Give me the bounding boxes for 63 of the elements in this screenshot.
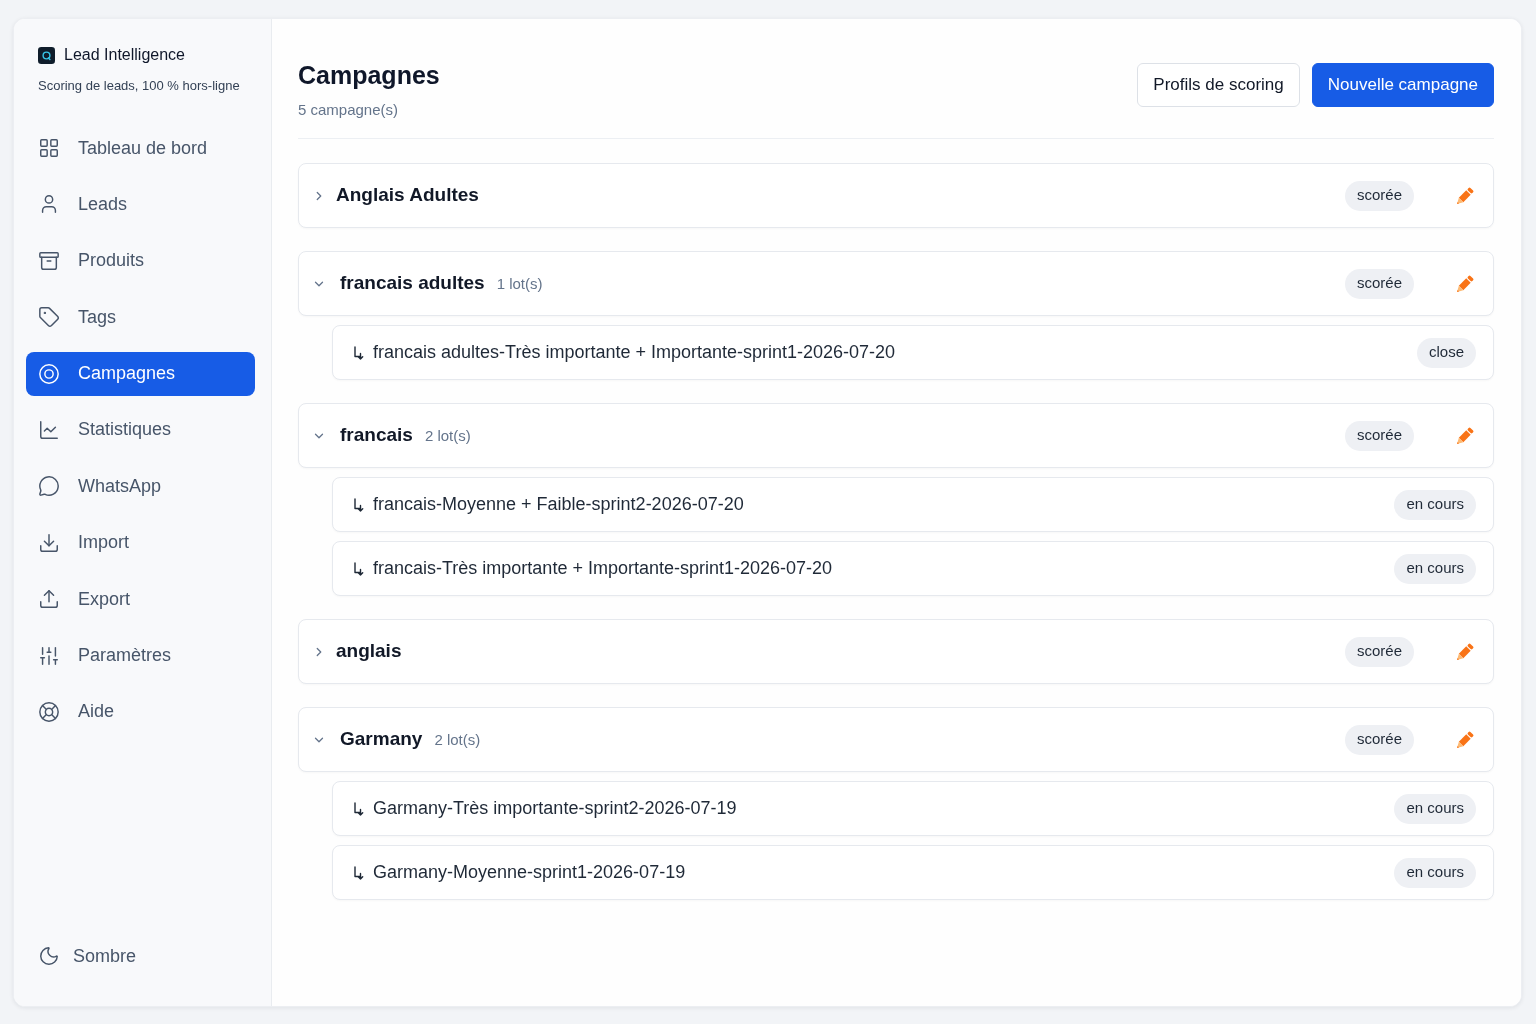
nav-item[interactable]: Campagnes bbox=[26, 351, 255, 396]
logo-icon bbox=[38, 46, 55, 64]
nav-item[interactable]: Leads bbox=[26, 182, 255, 227]
nav-item[interactable]: Statistiques bbox=[26, 407, 255, 452]
nav-item[interactable]: Aide bbox=[26, 689, 255, 734]
moon-icon bbox=[38, 945, 60, 967]
pencil-icon bbox=[1456, 643, 1474, 660]
corner-arrow-icon bbox=[354, 497, 364, 512]
batch-name: Garmany-Moyenne-sprint1-2026-07-19 bbox=[373, 861, 686, 884]
status-badge: scorée bbox=[1344, 420, 1414, 451]
nav-item[interactable]: Tags bbox=[26, 295, 255, 340]
status-badge: en cours bbox=[1394, 793, 1476, 824]
lifebuoy-icon bbox=[38, 700, 60, 723]
nav-item[interactable]: Export bbox=[26, 577, 255, 622]
corner-arrow-icon bbox=[354, 865, 364, 880]
nav-item[interactable]: Produits bbox=[26, 238, 255, 283]
scoring-profiles-button[interactable]: Profils de scoring bbox=[1137, 63, 1300, 107]
campaign-name: Garmany bbox=[340, 727, 423, 752]
campaign-name: francais bbox=[340, 423, 413, 448]
theme-toggle-button[interactable]: Sombre bbox=[38, 934, 137, 978]
batch-name: francais adultes-Très importante + Importante-sprint1-2026-07-20 bbox=[373, 341, 896, 364]
corner-arrow-icon bbox=[354, 561, 364, 576]
upload-icon bbox=[38, 588, 60, 611]
download-icon bbox=[38, 531, 60, 554]
corner-arrow-icon bbox=[354, 345, 364, 360]
pencil-icon bbox=[1456, 731, 1474, 748]
sliders-icon bbox=[38, 644, 60, 667]
target-icon bbox=[38, 362, 60, 385]
app-tagline: Scoring de leads, 100 % hors-ligne bbox=[38, 77, 240, 95]
archive-box-icon bbox=[38, 249, 60, 272]
status-badge: en cours bbox=[1394, 857, 1476, 888]
status-badge: en cours bbox=[1394, 489, 1476, 520]
new-campaign-button[interactable]: Nouvelle campagne bbox=[1311, 63, 1494, 107]
batch-name: francais-Très importante + Importante-sprint1-2026-07-20 bbox=[373, 557, 833, 580]
campaign-name: anglais bbox=[336, 639, 402, 664]
nav-item[interactable]: Import bbox=[26, 520, 255, 565]
nav-item[interactable]: Paramètres bbox=[26, 633, 255, 678]
corner-arrow-icon bbox=[354, 801, 364, 816]
app-name: Lead Intelligence bbox=[64, 45, 185, 65]
pencil-icon bbox=[1456, 427, 1474, 444]
page-subtitle: 5 campagne(s) bbox=[298, 100, 399, 120]
status-badge: scorée bbox=[1344, 180, 1414, 211]
speech-bubble-icon bbox=[38, 475, 60, 498]
nav-item[interactable]: WhatsApp bbox=[26, 464, 255, 509]
tag-icon bbox=[38, 306, 60, 329]
status-badge: close bbox=[1416, 337, 1476, 368]
lot-count: 1 lot(s) bbox=[496, 274, 543, 295]
page-title: Campagnes bbox=[298, 60, 440, 91]
batch-name: francais-Moyenne + Faible-sprint2-2026-07-20 bbox=[373, 493, 744, 516]
grid-icon bbox=[38, 137, 60, 159]
line-chart-icon bbox=[38, 418, 60, 441]
campaign-name: Anglais Adultes bbox=[336, 183, 479, 208]
status-badge: scorée bbox=[1344, 636, 1414, 667]
status-badge: scorée bbox=[1344, 724, 1414, 755]
pencil-icon bbox=[1456, 187, 1474, 204]
nav-item[interactable]: Tableau de bord bbox=[26, 126, 255, 170]
lot-count: 2 lot(s) bbox=[434, 730, 481, 751]
status-badge: scorée bbox=[1344, 268, 1414, 299]
lot-count: 2 lot(s) bbox=[424, 426, 471, 447]
status-badge: en cours bbox=[1394, 553, 1476, 584]
batch-name: Garmany-Très importante-sprint2-2026-07-19 bbox=[373, 797, 737, 820]
pencil-icon bbox=[1456, 275, 1474, 292]
campaign-name: francais adultes bbox=[340, 271, 485, 296]
